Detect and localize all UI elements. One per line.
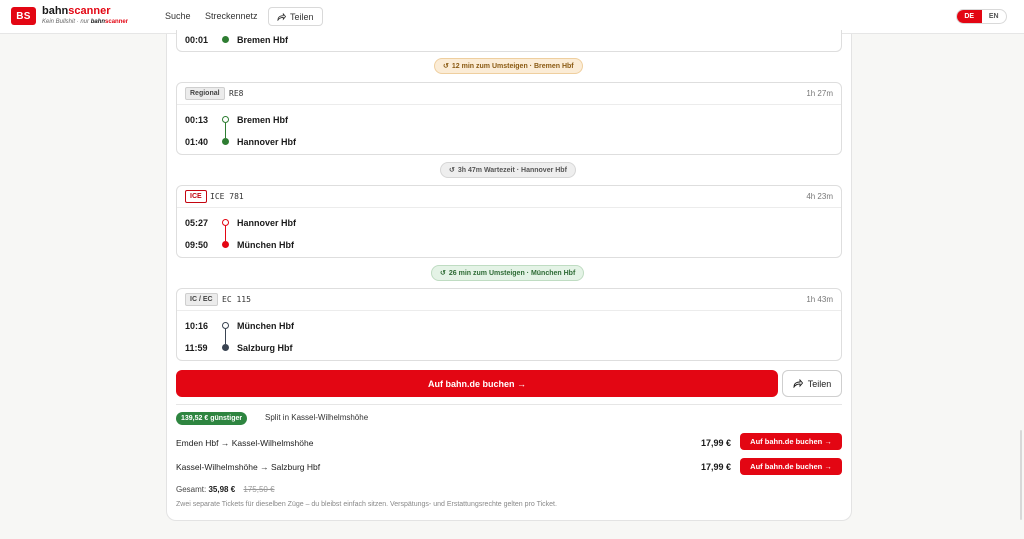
arrival-time: 01:40 <box>185 137 209 147</box>
arrival-time: 09:50 <box>185 240 209 250</box>
transfer-icon: ↺ <box>440 270 446 277</box>
train-type-badge: ICE <box>185 190 207 203</box>
arrival-dot <box>222 138 229 145</box>
arrival-dot <box>222 344 229 351</box>
tagline-brand-b: scanner <box>105 19 129 25</box>
transfer-text: 12 min zum Umsteigen · Bremen Hbf <box>451 62 574 70</box>
departure-time: 05:27 <box>185 218 209 228</box>
share-label: Teilen <box>807 378 832 389</box>
segment-route: Emden Hbf → Kassel-Wilhelmshöhe <box>176 438 314 448</box>
train-number: EC 115 <box>222 295 251 304</box>
train-type-badge: Regional <box>185 87 225 100</box>
departure-dot <box>222 219 229 226</box>
total-price: Gesamt: 35,98 € 175,50 € <box>176 485 275 494</box>
transfer-pill: ↺ 3h 47m Wartezeit · Hannover Hbf <box>440 162 576 178</box>
transfer-icon: ↺ <box>443 63 449 70</box>
transfer-icon: ↺ <box>449 167 455 174</box>
transfer-text: 3h 47m Wartezeit · Hannover Hbf <box>457 166 567 174</box>
segment-book-button[interactable]: Auf bahn.de buchen → <box>740 458 842 475</box>
route-line <box>225 329 226 344</box>
departure-dot <box>222 116 229 123</box>
arrival-station: Salzburg Hbf <box>237 343 293 353</box>
arrival-station: Bremen Hbf <box>237 35 289 45</box>
leg-header: Regional RE8 1h 27m <box>177 83 841 105</box>
total-old-price: 175,50 € <box>243 485 275 494</box>
leg-header: ICE ICE 781 4h 23m <box>177 186 841 208</box>
brand[interactable]: bahnscanner Kein Bullshit · nur bahnscan… <box>42 6 128 26</box>
leg-card: Regional RE8 1h 27m 00:13 Bremen Hbf 01:… <box>176 82 842 155</box>
nav-search[interactable]: Suche <box>165 11 191 21</box>
split-note: Zwei separate Tickets für dieselben Züge… <box>176 501 557 508</box>
brand-name: bahnscanner <box>42 6 128 17</box>
language-switch[interactable]: DE EN <box>956 9 1007 24</box>
departure-station: Bremen Hbf <box>237 115 289 125</box>
train-type-badge: IC / EC <box>185 293 218 306</box>
train-number: ICE 781 <box>210 192 244 201</box>
section-divider <box>176 404 842 405</box>
total-value: 35,98 € <box>208 485 236 494</box>
departure-dot <box>222 322 229 329</box>
share-icon <box>793 379 803 388</box>
brand-name-suffix: scanner <box>68 5 111 17</box>
route-line <box>225 123 226 138</box>
departure-time: 10:16 <box>185 321 209 331</box>
tagline-brand-a: bahn <box>90 19 106 25</box>
route-line <box>225 226 226 241</box>
departure-time: 00:13 <box>185 115 209 125</box>
nav-share-button[interactable]: Teilen <box>268 7 323 26</box>
departure-station: Hannover Hbf <box>237 218 297 228</box>
logo[interactable]: BS <box>11 7 36 25</box>
arrival-station: Hannover Hbf <box>237 137 297 147</box>
segment-route: Kassel-Wilhelmshöhe → Salzburg Hbf <box>176 462 321 472</box>
departure-station: München Hbf <box>237 321 294 331</box>
transfer-text: 26 min zum Umsteigen · München Hbf <box>448 269 576 277</box>
total-label: Gesamt: <box>176 485 207 494</box>
nav-share-label: Teilen <box>290 11 314 22</box>
segment-book-button[interactable]: Auf bahn.de buchen → <box>740 433 842 450</box>
leg-card: IC / EC EC 115 1h 43m 10:16 München Hbf … <box>176 288 842 361</box>
leg-duration: 1h 27m <box>806 89 833 98</box>
brand-tagline: Kein Bullshit · nur bahnscanner <box>42 19 128 25</box>
segment-price: 17,99 € <box>701 438 732 448</box>
scrollbar[interactable] <box>1020 430 1022 520</box>
segment-price: 17,99 € <box>701 462 732 472</box>
train-number: RE8 <box>229 89 244 98</box>
book-on-bahn-button[interactable]: Auf bahn.de buchen → <box>176 370 778 397</box>
arrival-time: 00:01 <box>185 35 209 45</box>
leg-header: IC / EC EC 115 1h 43m <box>177 289 841 311</box>
nav-network[interactable]: Streckennetz <box>205 11 258 21</box>
arrival-dot <box>222 241 229 248</box>
leg-card-previous: 00:01 Bremen Hbf <box>176 30 842 52</box>
arrival-station: München Hbf <box>237 240 294 250</box>
transfer-pill: ↺ 26 min zum Umsteigen · München Hbf <box>431 265 585 281</box>
share-button[interactable]: Teilen <box>782 370 842 397</box>
split-location: Split in Kassel-Wilhelmshöhe <box>265 413 369 422</box>
arrival-time: 11:59 <box>185 343 208 353</box>
transfer-pill: ↺ 12 min zum Umsteigen · Bremen Hbf <box>434 58 583 74</box>
brand-name-prefix: bahn <box>42 5 69 17</box>
leg-duration: 1h 43m <box>806 295 833 304</box>
arrival-dot <box>222 36 229 43</box>
share-icon <box>277 12 286 21</box>
lang-de-option[interactable]: DE <box>957 10 982 23</box>
top-header: BS bahnscanner Kein Bullshit · nur bahns… <box>0 0 1024 34</box>
savings-badge: 139,52 € günstiger <box>176 412 248 425</box>
tagline-prefix: Kein Bullshit · nur <box>42 19 91 25</box>
lang-en-option[interactable]: EN <box>982 10 1007 23</box>
leg-duration: 4h 23m <box>806 192 833 201</box>
leg-card: ICE ICE 781 4h 23m 05:27 Hannover Hbf 09… <box>176 185 842 258</box>
